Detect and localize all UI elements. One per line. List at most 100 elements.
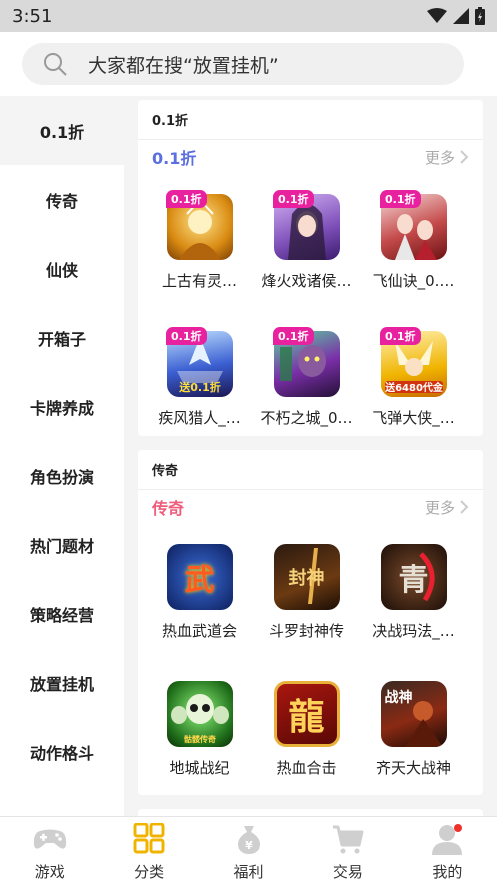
tab-label: 分类 bbox=[134, 863, 165, 881]
section-subtitle: 传奇 bbox=[152, 499, 185, 518]
sidebar-item-label: 放置挂机 bbox=[29, 674, 94, 694]
game-name: 烽火戏诸侯… bbox=[261, 272, 352, 290]
game-name: 热血合击 bbox=[276, 759, 337, 777]
tab-label: 我的 bbox=[432, 863, 463, 881]
section-card-next bbox=[138, 809, 483, 816]
game-grid: 武 热血武道会 封神 斗罗封神传 青 决战玛法_… 骷髅传奇 地城战纪 龍 热血… bbox=[138, 524, 483, 798]
grid-icon bbox=[133, 823, 165, 854]
tab-label: 游戏 bbox=[34, 863, 65, 881]
wu-thumb: 武 bbox=[166, 544, 233, 610]
dragon-thumb: 青 bbox=[380, 544, 447, 610]
cart-icon bbox=[332, 825, 364, 854]
chevron-right-icon bbox=[460, 150, 469, 164]
warrior-thumb: 战神 bbox=[380, 681, 447, 747]
header: 大家都在搜“放置挂机” bbox=[0, 32, 497, 96]
game-item[interactable]: 0.1折 不朽之城_0… bbox=[253, 311, 360, 448]
moneybag-icon: ¥ bbox=[237, 826, 260, 854]
search-placeholder: 大家都在搜“放置挂机” bbox=[88, 54, 279, 77]
tab-mine[interactable]: 我的 bbox=[398, 817, 497, 884]
game-grid: 0.1折 上古有灵… 0.1折 烽火戏诸侯… 0.1折 飞仙诀_0.… 0.1折… bbox=[138, 174, 483, 448]
discount-badge: 0.1折 bbox=[273, 327, 314, 345]
sidebar-item-remen[interactable]: 热门题材 bbox=[0, 510, 124, 579]
sidebar-item-juese[interactable]: 角色扮演 bbox=[0, 441, 124, 510]
game-name: 不朽之城_0… bbox=[260, 409, 353, 427]
sidebar-item-chuanqi[interactable]: 传奇 bbox=[0, 165, 124, 234]
sidebar-item-dongzuo[interactable]: 动作格斗 bbox=[0, 717, 124, 786]
long-thumb: 龍 bbox=[273, 681, 340, 747]
game-item[interactable]: 0.1折 飞仙诀_0.… bbox=[360, 174, 467, 311]
game-name: 飞仙诀_0.… bbox=[372, 272, 455, 290]
sidebar-item-label: 策略经营 bbox=[29, 605, 94, 625]
sidebar-item-celue[interactable]: 策略经营 bbox=[0, 579, 124, 648]
promo-overlay: 送0.1折 bbox=[178, 380, 221, 394]
thumb-glyph: 龍 bbox=[288, 696, 325, 738]
discount-badge: 0.1折 bbox=[166, 327, 207, 345]
svg-text:¥: ¥ bbox=[245, 839, 253, 852]
sidebar-item-0-1zhe[interactable]: 0.1折 bbox=[0, 96, 124, 165]
section-subtitle: 0.1折 bbox=[152, 149, 197, 168]
tab-games[interactable]: 游戏 bbox=[0, 817, 99, 884]
tab-trade[interactable]: 交易 bbox=[298, 817, 397, 884]
game-name: 疾风猎人_… bbox=[158, 409, 241, 427]
sidebar-item-label: 仙侠 bbox=[45, 260, 78, 280]
gamepad-icon bbox=[33, 829, 66, 849]
tab-welfare[interactable]: ¥ 福利 bbox=[199, 817, 298, 884]
game-item[interactable]: 骷髅传奇 地城战纪 bbox=[146, 661, 253, 798]
status-icons bbox=[427, 7, 485, 25]
game-item[interactable]: 龍 热血合击 bbox=[253, 661, 360, 798]
status-bar: 3:51 bbox=[0, 0, 497, 32]
discount-badge: 0.1折 bbox=[380, 327, 421, 345]
signal-icon bbox=[453, 8, 469, 24]
game-name: 热血武道会 bbox=[161, 622, 237, 640]
game-item[interactable]: 0.1折 送6480代金 飞弹大侠_… bbox=[360, 311, 467, 448]
thumb-glyph: 武 bbox=[184, 563, 215, 598]
sidebar-item-label: 开箱子 bbox=[37, 329, 86, 349]
main-content: 0.1折 0.1折 更多 0.1折 上古有灵… 0.1折 烽火戏诸侯… 0.1折… bbox=[124, 96, 497, 816]
sidebar-item-label: 卡牌养成 bbox=[29, 398, 94, 418]
sidebar-item-label: 热门题材 bbox=[29, 536, 94, 556]
section-header: 0.1折 更多 bbox=[138, 140, 483, 174]
thumb-glyph: 青 bbox=[398, 563, 429, 598]
sidebar-item-fangzhi[interactable]: 放置挂机 bbox=[0, 648, 124, 717]
game-name: 齐天大战神 bbox=[375, 759, 451, 777]
notification-dot bbox=[453, 824, 462, 832]
more-label: 更多 bbox=[424, 148, 455, 167]
game-item[interactable]: 0.1折 送0.1折 疾风猎人_… bbox=[146, 311, 253, 448]
thumb-glyph: 战神 bbox=[384, 690, 413, 706]
game-item[interactable]: 武 热血武道会 bbox=[146, 524, 253, 661]
sidebar-item-kapai[interactable]: 卡牌养成 bbox=[0, 372, 124, 441]
sidebar-item-xianxia[interactable]: 仙侠 bbox=[0, 234, 124, 303]
status-time: 3:51 bbox=[12, 5, 53, 27]
game-item[interactable]: 0.1折 烽火戏诸侯… bbox=[253, 174, 360, 311]
chevron-right-icon bbox=[460, 500, 469, 514]
game-name: 上古有灵… bbox=[161, 272, 237, 290]
game-name: 决战玛法_… bbox=[372, 622, 455, 640]
more-link[interactable]: 更多 bbox=[425, 147, 469, 168]
search-bar[interactable]: 大家都在搜“放置挂机” bbox=[22, 43, 464, 85]
search-icon bbox=[44, 53, 67, 76]
game-name: 斗罗封神传 bbox=[268, 622, 344, 640]
promo-overlay: 送6480代金 bbox=[384, 381, 444, 394]
sidebar-item-label: 0.1折 bbox=[39, 122, 85, 142]
thumb-glyph: 封神 bbox=[288, 568, 325, 589]
tab-label: 交易 bbox=[332, 863, 363, 881]
section-title: 传奇 bbox=[138, 450, 483, 490]
section-card-chuanqi: 传奇 传奇 更多 武 热血武道会 封神 斗罗封神传 青 决战玛法_… 骷髅传奇 … bbox=[138, 450, 483, 795]
game-item[interactable]: 战神 齐天大战神 bbox=[360, 661, 467, 798]
tab-category[interactable]: 分类 bbox=[99, 817, 198, 884]
sidebar-item-label: 传奇 bbox=[45, 191, 78, 211]
section-title: 0.1折 bbox=[138, 100, 483, 140]
sidebar-item-kaixiangzi[interactable]: 开箱子 bbox=[0, 303, 124, 372]
tab-label: 福利 bbox=[233, 863, 264, 881]
game-name: 飞弹大侠_… bbox=[372, 409, 455, 427]
game-item[interactable]: 封神 斗罗封神传 bbox=[253, 524, 360, 661]
category-sidebar: 0.1折 传奇 仙侠 开箱子 卡牌养成 角色扮演 热门题材 策略经营 放置挂机 … bbox=[0, 96, 124, 816]
discount-badge: 0.1折 bbox=[273, 190, 314, 208]
section-card-0-1zhe: 0.1折 0.1折 更多 0.1折 上古有灵… 0.1折 烽火戏诸侯… 0.1折… bbox=[138, 100, 483, 436]
game-item[interactable]: 0.1折 上古有灵… bbox=[146, 174, 253, 311]
discount-badge: 0.1折 bbox=[166, 190, 207, 208]
more-link[interactable]: 更多 bbox=[425, 497, 469, 518]
more-label: 更多 bbox=[424, 498, 455, 517]
bottom-tab-bar: 游戏 分类 ¥ 福利 交易 我的 bbox=[0, 816, 497, 884]
game-item[interactable]: 青 决战玛法_… bbox=[360, 524, 467, 661]
